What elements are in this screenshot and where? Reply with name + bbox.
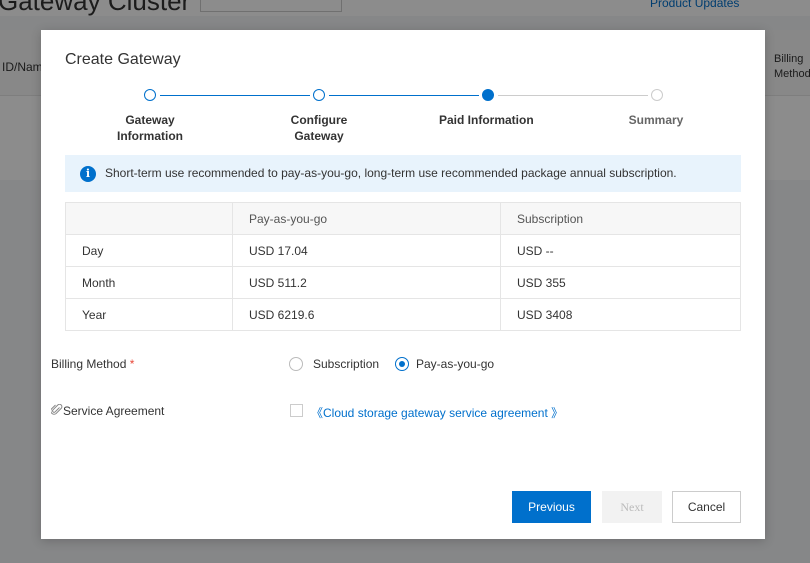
subscription-radio-label[interactable]: Subscription <box>313 357 379 371</box>
info-text: Short-term use recommended to pay-as-you… <box>105 166 677 180</box>
table-cell-pay-as-you-go: USD 511.2 <box>232 266 501 299</box>
step-label-paid-information: Paid Information <box>439 113 534 127</box>
step-line-2 <box>329 95 479 96</box>
pay-as-you-go-radio[interactable] <box>395 357 409 371</box>
subscription-radio[interactable] <box>289 357 303 371</box>
table-header-cell: Subscription <box>500 202 741 235</box>
step-label-gateway-information: Gateway Information <box>117 113 183 143</box>
billing-method-label-text: Billing Method <box>51 357 127 371</box>
table-cell-period: Day <box>65 234 233 267</box>
dialog-title: Create Gateway <box>65 51 181 68</box>
create-gateway-dialog: Create Gateway Gateway Information Confi… <box>41 30 765 539</box>
step-label-configure-gateway: Configure Gateway <box>290 113 348 143</box>
table-row: Month USD 511.2 USD 355 <box>65 266 741 299</box>
step-label-summary: Summary <box>628 113 684 127</box>
step-4-dot <box>651 89 663 101</box>
service-agreement-label: Service Agreement <box>50 403 165 418</box>
table-header-cell: Pay-as-you-go <box>232 202 501 235</box>
table-cell-subscription: USD 3408 <box>500 298 741 331</box>
required-mark: * <box>129 357 135 371</box>
info-banner: i Short-term use recommended to pay-as-y… <box>65 155 741 192</box>
cancel-button[interactable]: Cancel <box>672 491 741 523</box>
step-3-dot <box>482 89 494 101</box>
next-button[interactable]: Next <box>602 491 662 523</box>
table-row: Year USD 6219.6 USD 3408 <box>65 298 741 331</box>
table-cell-pay-as-you-go: USD 17.04 <box>232 234 501 267</box>
billing-method-label: Billing Method * <box>51 357 134 371</box>
agreement-checkbox[interactable] <box>290 404 303 417</box>
service-agreement-link[interactable]: 《Cloud storage gateway service agreement… <box>311 404 563 421</box>
table-cell-subscription: USD 355 <box>500 266 741 299</box>
table-header-row: Pay-as-you-go Subscription <box>65 202 741 235</box>
table-cell-period: Month <box>65 266 233 299</box>
table-cell-subscription: USD -- <box>500 234 741 267</box>
previous-button[interactable]: Previous <box>512 491 591 523</box>
step-2-dot <box>313 89 325 101</box>
table-header-cell <box>65 202 233 235</box>
paperclip-icon <box>50 403 63 415</box>
info-icon: i <box>80 166 96 182</box>
table-cell-period: Year <box>65 298 233 331</box>
step-1-dot <box>144 89 156 101</box>
pay-as-you-go-radio-label[interactable]: Pay-as-you-go <box>416 357 494 371</box>
price-table: Pay-as-you-go Subscription Day USD 17.04… <box>65 202 741 331</box>
table-cell-pay-as-you-go: USD 6219.6 <box>232 298 501 331</box>
step-line-1 <box>160 95 310 96</box>
service-agreement-label-text: Service Agreement <box>63 404 165 418</box>
step-line-3 <box>498 95 648 96</box>
table-row: Day USD 17.04 USD -- <box>65 234 741 267</box>
